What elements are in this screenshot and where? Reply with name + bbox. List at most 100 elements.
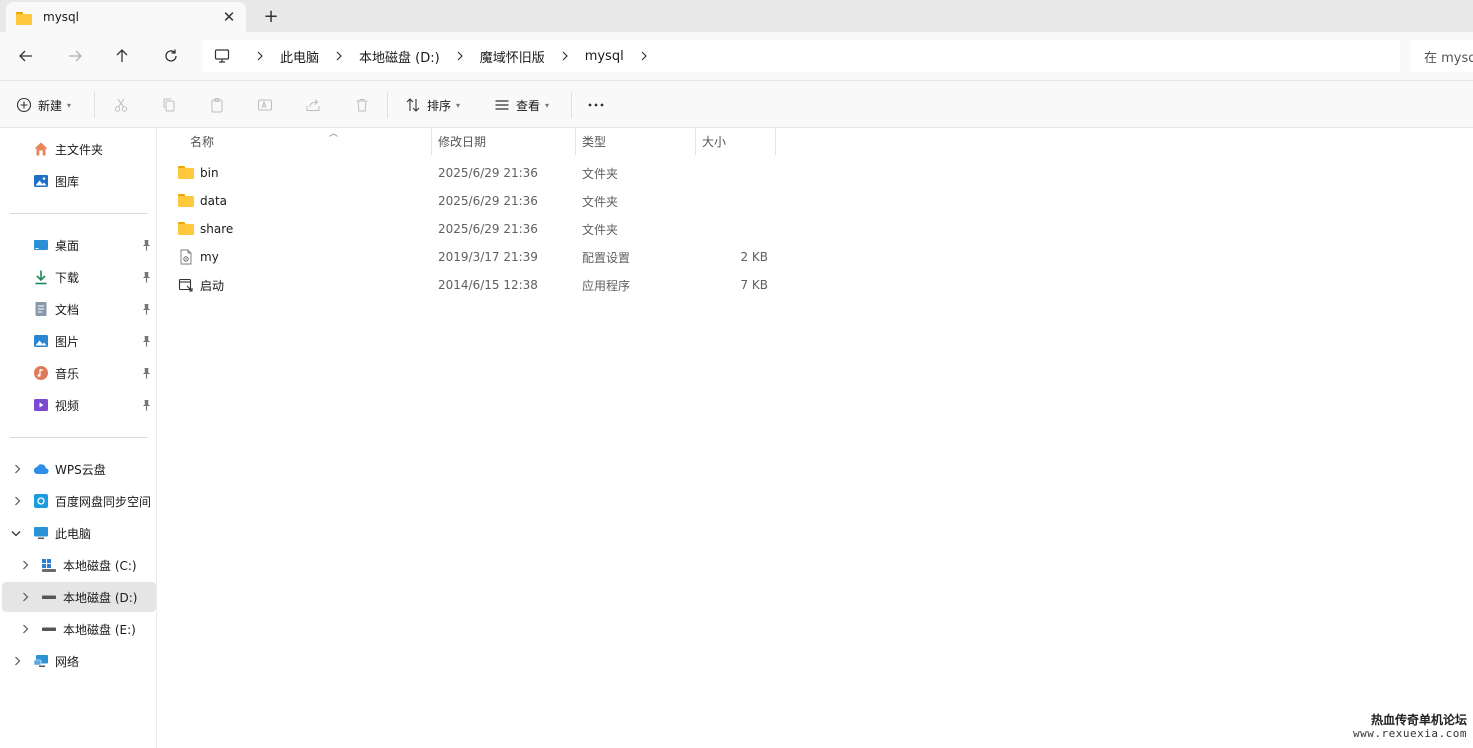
- pin-icon[interactable]: [141, 367, 152, 379]
- sidebar-item-wps-cloud[interactable]: WPS云盘: [2, 454, 156, 484]
- sidebar-item-downloads[interactable]: 下载: [2, 262, 156, 292]
- more-horizontal-icon: [588, 103, 604, 107]
- pin-icon[interactable]: [141, 239, 152, 251]
- drive-icon: [41, 621, 57, 637]
- search-input[interactable]: 在 mysql: [1410, 40, 1473, 72]
- sidebar-item-drive-c[interactable]: 本地磁盘 (C:): [2, 550, 156, 580]
- column-header-modified[interactable]: 修改日期: [432, 128, 576, 155]
- sidebar-item-gallery[interactable]: 图库: [2, 166, 156, 196]
- chevron-right-icon[interactable]: [450, 51, 470, 61]
- clipboard-icon: [211, 98, 223, 113]
- type-cell: 应用程序: [582, 278, 631, 293]
- tab-bar: mysql ✕ +: [0, 0, 1473, 32]
- breadcrumb-mysql[interactable]: mysql: [585, 49, 624, 64]
- chevron-right-icon[interactable]: [250, 51, 270, 61]
- name-cell: data: [178, 187, 428, 215]
- sidebar-label: 下载: [55, 270, 80, 285]
- navigation-bar: 此电脑 本地磁盘 (D:) 魔域怀旧版 mysql 在 mysql: [0, 32, 1473, 80]
- sidebar-item-desktop[interactable]: 桌面: [2, 230, 156, 260]
- close-icon[interactable]: ✕: [216, 6, 242, 28]
- rename-icon: [258, 99, 272, 111]
- breadcrumb-this-pc[interactable]: 此电脑: [280, 47, 319, 66]
- file-row[interactable]: my 2019/3/17 21:39 配置设置 2 KB: [168, 243, 776, 271]
- name-cell: 启动: [178, 271, 428, 299]
- view-button[interactable]: 查看 ▾: [494, 93, 549, 117]
- file-row[interactable]: 启动 2014/6/15 12:38 应用程序 7 KB: [168, 271, 776, 299]
- sidebar-label: 本地磁盘 (C:): [63, 558, 137, 573]
- size-cell: 2 KB: [740, 250, 768, 264]
- breadcrumb-game-folder[interactable]: 魔域怀旧版: [480, 47, 545, 66]
- chevron-down-icon[interactable]: [11, 528, 21, 538]
- type-cell: 配置设置: [582, 250, 631, 265]
- baidu-netdisk-icon: [33, 493, 49, 509]
- sidebar-item-network[interactable]: 网络: [2, 646, 156, 676]
- up-button[interactable]: [108, 42, 136, 70]
- file-row[interactable]: share 2025/6/29 21:36 文件夹: [168, 215, 776, 243]
- sidebar-item-documents[interactable]: 文档: [2, 294, 156, 324]
- sidebar-item-music[interactable]: 音乐: [2, 358, 156, 388]
- pin-icon[interactable]: [141, 399, 152, 411]
- pin-icon[interactable]: [141, 335, 152, 347]
- chevron-right-icon[interactable]: [20, 592, 30, 602]
- chevron-right-icon[interactable]: [12, 496, 22, 506]
- command-bar: 新建 ▾ 排序 ▾ 查看 ▾: [0, 80, 1473, 128]
- cut-button[interactable]: [113, 93, 129, 117]
- monitor-icon: [214, 49, 230, 63]
- chevron-right-icon[interactable]: [20, 624, 30, 634]
- rename-button[interactable]: [257, 93, 273, 117]
- copy-button[interactable]: [161, 93, 177, 117]
- sidebar-item-baidu-sync[interactable]: 百度网盘同步空间: [2, 486, 156, 516]
- chevron-right-icon[interactable]: [20, 560, 30, 570]
- sidebar-item-this-pc[interactable]: 此电脑: [2, 518, 156, 548]
- pin-icon[interactable]: [141, 303, 152, 315]
- type-cell: 文件夹: [582, 194, 619, 209]
- chevron-right-icon[interactable]: [329, 51, 349, 61]
- modified-cell: 2014/6/15 12:38: [438, 278, 538, 292]
- arrow-left-icon: [19, 50, 32, 62]
- arrow-up-icon: [116, 49, 128, 62]
- delete-button[interactable]: [354, 93, 370, 117]
- application-icon: [178, 277, 194, 293]
- new-tab-button[interactable]: +: [258, 4, 284, 28]
- chevron-right-icon[interactable]: [12, 656, 22, 666]
- forward-button[interactable]: [61, 42, 89, 70]
- modified-cell: 2025/6/29 21:36: [438, 166, 538, 180]
- folder-icon: [178, 221, 194, 237]
- chevron-right-icon[interactable]: [12, 464, 22, 474]
- back-button[interactable]: [12, 42, 40, 70]
- column-header-size[interactable]: 大小: [696, 128, 776, 155]
- file-row[interactable]: data 2025/6/29 21:36 文件夹: [168, 187, 776, 215]
- sidebar-item-videos[interactable]: 视频: [2, 390, 156, 420]
- view-label: 查看: [516, 98, 541, 113]
- chevron-down-icon: ▾: [545, 100, 550, 110]
- sidebar-label: 此电脑: [55, 526, 92, 541]
- config-file-icon: [178, 249, 194, 265]
- sort-button[interactable]: 排序 ▾: [405, 93, 460, 117]
- chevron-right-icon[interactable]: [555, 51, 575, 61]
- size-cell: [702, 215, 768, 243]
- sidebar-item-pictures[interactable]: 图片: [2, 326, 156, 356]
- chevron-right-icon[interactable]: [634, 51, 654, 61]
- column-label: 名称: [190, 135, 215, 149]
- refresh-button[interactable]: [157, 42, 185, 70]
- share-button[interactable]: [305, 93, 321, 117]
- column-header-type[interactable]: 类型: [576, 128, 696, 155]
- breadcrumb-drive-d[interactable]: 本地磁盘 (D:): [359, 47, 440, 66]
- file-row[interactable]: bin 2025/6/29 21:36 文件夹: [168, 159, 776, 187]
- download-icon: [33, 269, 49, 285]
- paste-button[interactable]: [209, 93, 225, 117]
- tab-mysql[interactable]: mysql ✕: [6, 2, 246, 32]
- sidebar-item-home[interactable]: 主文件夹: [2, 134, 156, 164]
- pin-icon[interactable]: [141, 271, 152, 283]
- size-cell: 7 KB: [740, 278, 768, 292]
- sidebar-item-drive-e[interactable]: 本地磁盘 (E:): [2, 614, 156, 644]
- column-label: 大小: [702, 135, 727, 149]
- column-header-name[interactable]: ︿ 名称: [184, 128, 432, 155]
- sidebar-item-drive-d[interactable]: 本地磁盘 (D:): [2, 582, 156, 612]
- address-bar[interactable]: 此电脑 本地磁盘 (D:) 魔域怀旧版 mysql: [202, 40, 1400, 72]
- chevron-down-icon: ▾: [456, 100, 461, 110]
- file-list: ︿ 名称 修改日期 类型 大小 bin 2025/6/29 21:36 文件夹 …: [158, 128, 1473, 748]
- trash-icon: [356, 99, 368, 112]
- new-button[interactable]: 新建 ▾: [16, 93, 71, 117]
- more-options-button[interactable]: [587, 93, 605, 117]
